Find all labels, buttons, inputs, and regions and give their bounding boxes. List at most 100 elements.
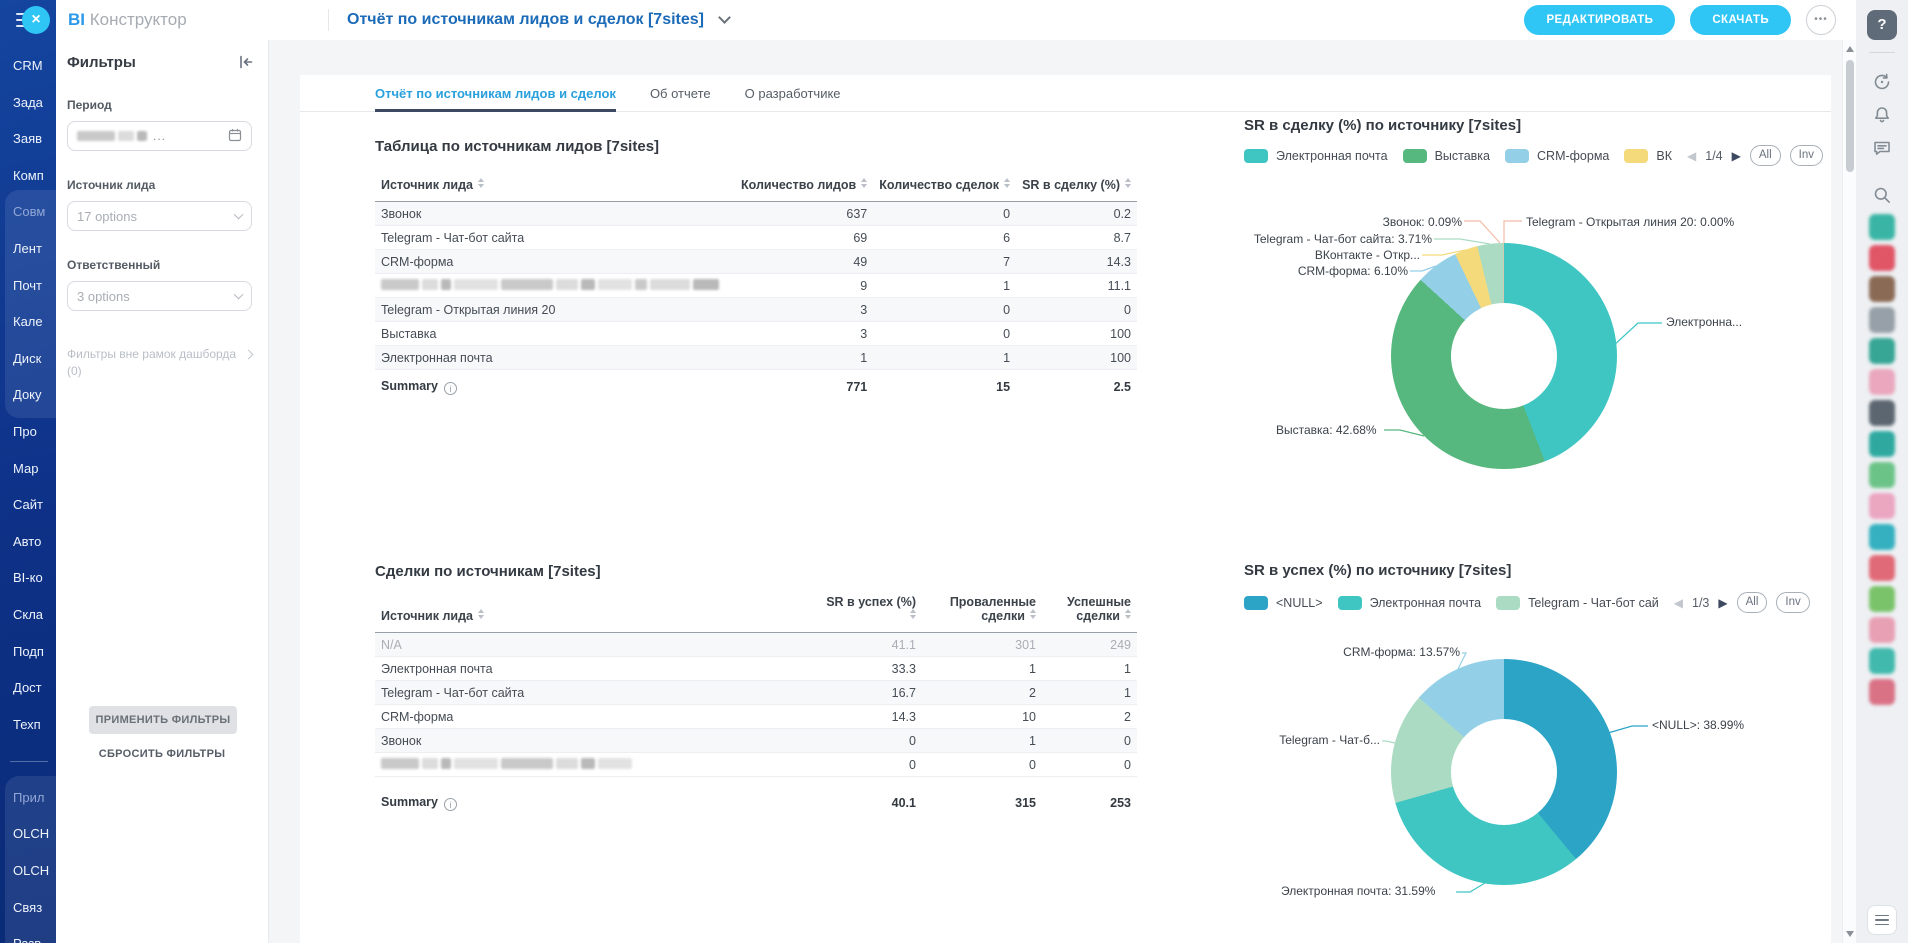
sidebar-item-лент[interactable]: Лент — [0, 231, 56, 268]
sort-icon[interactable] — [1125, 178, 1131, 188]
filters-outside-link[interactable]: Фильтры вне рамок дашборда — [67, 347, 252, 361]
period-input[interactable]: ... — [67, 121, 252, 151]
avatar[interactable] — [1869, 493, 1895, 519]
sidebar-item-комп[interactable]: Комп — [0, 158, 56, 195]
avatar[interactable] — [1869, 245, 1895, 271]
sidebar-item-bi-ко[interactable]: BI-ко — [0, 560, 56, 597]
close-panel-button[interactable]: × — [22, 6, 50, 34]
sidebar-item-crm[interactable]: CRM — [0, 48, 56, 85]
reset-filters-button[interactable]: СБРОСИТЬ ФИЛЬТРЫ — [56, 748, 268, 760]
sidebar-item-совм[interactable]: Совм — [0, 194, 56, 231]
sort-icon[interactable] — [1004, 178, 1010, 188]
avatar[interactable] — [1869, 648, 1895, 674]
sidebar-item-скла[interactable]: Скла — [0, 597, 56, 634]
sidebar-item-заяв[interactable]: Заяв — [0, 121, 56, 158]
info-icon[interactable]: i — [444, 382, 457, 395]
sidebar-item-сайт[interactable]: Сайт — [0, 487, 56, 524]
download-button[interactable]: СКАЧАТЬ — [1690, 5, 1791, 35]
column-header[interactable]: SR в сделку (%) — [1016, 172, 1137, 202]
sort-icon[interactable] — [910, 609, 916, 619]
avatar[interactable] — [1869, 307, 1895, 333]
sidebar-item-техп[interactable]: Техп — [0, 707, 56, 744]
avatar[interactable] — [1869, 276, 1895, 302]
info-icon[interactable]: i — [444, 798, 457, 811]
scroll-up-arrow[interactable] — [1846, 46, 1854, 52]
chevron-down-icon[interactable] — [718, 11, 731, 24]
updates-icon[interactable] — [1856, 65, 1908, 98]
tab-report[interactable]: Отчёт по источникам лидов и сделок — [375, 75, 616, 111]
tab-about-developer[interactable]: О разработчике — [745, 75, 841, 111]
chat-icon[interactable] — [1856, 131, 1908, 164]
donut-chart-sr-success[interactable] — [1391, 659, 1617, 885]
sort-icon[interactable] — [1030, 609, 1036, 619]
sidebar-item-прил[interactable]: Прил — [0, 780, 56, 817]
menu-list-button[interactable] — [1867, 905, 1897, 935]
avatar[interactable] — [1869, 617, 1895, 643]
legend-next-icon[interactable]: ▶ — [1718, 596, 1727, 610]
sidebar-item-подп[interactable]: Подп — [0, 634, 56, 671]
avatar[interactable] — [1869, 555, 1895, 581]
sort-icon[interactable] — [1125, 609, 1131, 619]
sidebar-item-диск[interactable]: Диск — [0, 341, 56, 378]
column-header[interactable]: Источник лида — [375, 589, 812, 633]
avatar[interactable] — [1869, 214, 1895, 240]
sidebar-item-доку[interactable]: Доку — [0, 377, 56, 414]
column-header[interactable]: Успешные сделки — [1042, 589, 1137, 633]
scrollbar-thumb[interactable] — [1846, 60, 1854, 172]
sidebar-item-про[interactable]: Про — [0, 414, 56, 451]
legend-item[interactable]: Telegram - Чат-бот сай — [1496, 596, 1659, 610]
legend-prev-icon[interactable]: ◀ — [1687, 149, 1696, 163]
legend-item[interactable]: <NULL> — [1244, 596, 1323, 610]
column-header[interactable]: Проваленные сделки — [922, 589, 1042, 633]
vertical-scrollbar[interactable] — [1842, 40, 1856, 943]
legend-inv-button[interactable]: Inv — [1790, 145, 1823, 166]
avatar[interactable] — [1869, 524, 1895, 550]
notifications-bell-icon[interactable] — [1856, 98, 1908, 131]
sidebar-item-зада[interactable]: Зада — [0, 85, 56, 122]
calendar-icon[interactable] — [228, 128, 242, 145]
avatar[interactable] — [1869, 586, 1895, 612]
sidebar-item-olch[interactable]: OLCH — [0, 853, 56, 890]
legend-item[interactable]: Электронная почта — [1244, 149, 1388, 163]
avatar[interactable] — [1869, 338, 1895, 364]
scroll-down-arrow[interactable] — [1846, 931, 1854, 937]
apply-filters-button[interactable]: ПРИМЕНИТЬ ФИЛЬТРЫ — [89, 706, 237, 734]
help-button[interactable]: ? — [1867, 10, 1897, 40]
legend-item[interactable]: ВК — [1624, 149, 1672, 163]
sidebar-item-olch[interactable]: OLCH — [0, 816, 56, 853]
sort-icon[interactable] — [478, 178, 484, 188]
search-icon[interactable] — [1856, 178, 1908, 211]
sidebar-item-связ[interactable]: Связ — [0, 890, 56, 927]
sidebar-item-почт[interactable]: Почт — [0, 268, 56, 305]
avatar[interactable] — [1869, 431, 1895, 457]
legend-all-button[interactable]: All — [1737, 592, 1768, 613]
sort-icon[interactable] — [861, 178, 867, 188]
sidebar-item-авто[interactable]: Авто — [0, 524, 56, 561]
edit-button[interactable]: РЕДАКТИРОВАТЬ — [1524, 5, 1675, 35]
legend-prev-icon[interactable]: ◀ — [1674, 596, 1683, 610]
legend-item[interactable]: Выставка — [1403, 149, 1490, 163]
tab-about-report[interactable]: Об отчете — [650, 75, 711, 111]
avatar[interactable] — [1869, 462, 1895, 488]
lead-source-select[interactable]: 17 options — [67, 201, 252, 231]
avatar[interactable] — [1869, 679, 1895, 705]
column-header[interactable]: Количество сделок — [873, 172, 1016, 202]
more-options-button[interactable]: ••• — [1806, 5, 1836, 35]
sidebar-item-мар[interactable]: Мар — [0, 451, 56, 488]
avatar[interactable] — [1869, 369, 1895, 395]
collapse-panel-icon[interactable] — [237, 54, 254, 73]
legend-item[interactable]: CRM-форма — [1505, 149, 1609, 163]
donut-chart-sr-deal[interactable] — [1391, 243, 1617, 469]
column-header[interactable]: Источник лида — [375, 172, 732, 202]
column-header[interactable]: SR в успех (%) — [812, 589, 922, 633]
legend-item[interactable]: Электронная почта — [1338, 596, 1482, 610]
avatar[interactable] — [1869, 400, 1895, 426]
sort-icon[interactable] — [478, 609, 484, 619]
legend-all-button[interactable]: All — [1750, 145, 1781, 166]
sidebar-item-разв[interactable]: Разв — [0, 926, 56, 943]
sidebar-item-кале[interactable]: Кале — [0, 304, 56, 341]
responsible-select[interactable]: 3 options — [67, 281, 252, 311]
legend-next-icon[interactable]: ▶ — [1732, 149, 1741, 163]
legend-inv-button[interactable]: Inv — [1776, 592, 1809, 613]
column-header[interactable]: Количество лидов — [732, 172, 873, 202]
